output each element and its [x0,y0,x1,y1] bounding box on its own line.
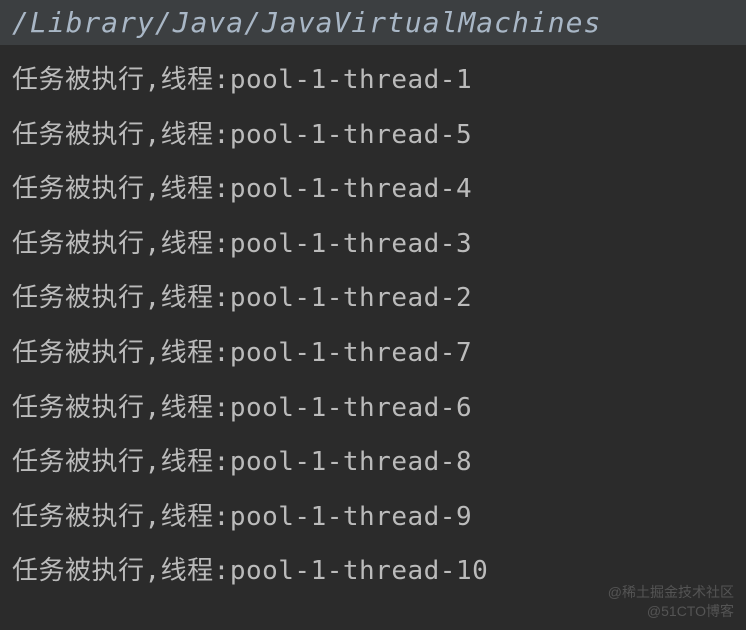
log-prefix: 任务被执行,线程: [12,447,230,477]
log-thread: pool-1-thread-6 [230,393,472,423]
log-line: 任务被执行,线程:pool-1-thread-9 [12,490,734,545]
log-line: 任务被执行,线程:pool-1-thread-1 [12,53,734,108]
header-path: /Library/Java/JavaVirtualMachines [0,0,746,45]
watermark: @稀土掘金技术社区 @51CTO博客 [608,583,734,622]
watermark-line1: @稀土掘金技术社区 [608,583,734,603]
log-line: 任务被执行,线程:pool-1-thread-2 [12,271,734,326]
log-thread: pool-1-thread-4 [230,174,472,204]
watermark-line2: @51CTO博客 [608,602,734,622]
log-line: 任务被执行,线程:pool-1-thread-8 [12,435,734,490]
log-thread: pool-1-thread-10 [230,556,488,586]
log-thread: pool-1-thread-7 [230,338,472,368]
log-prefix: 任务被执行,线程: [12,393,230,423]
log-line: 任务被执行,线程:pool-1-thread-3 [12,217,734,272]
log-thread: pool-1-thread-5 [230,120,472,150]
log-prefix: 任务被执行,线程: [12,502,230,532]
log-prefix: 任务被执行,线程: [12,65,230,95]
log-prefix: 任务被执行,线程: [12,174,230,204]
log-prefix: 任务被执行,线程: [12,229,230,259]
log-thread: pool-1-thread-2 [230,283,472,313]
log-thread: pool-1-thread-8 [230,447,472,477]
log-thread: pool-1-thread-3 [230,229,472,259]
log-thread: pool-1-thread-1 [230,65,472,95]
log-line: 任务被执行,线程:pool-1-thread-5 [12,108,734,163]
console-output: 任务被执行,线程:pool-1-thread-1 任务被执行,线程:pool-1… [0,45,746,607]
log-line: 任务被执行,线程:pool-1-thread-6 [12,381,734,436]
log-line: 任务被执行,线程:pool-1-thread-4 [12,162,734,217]
log-thread: pool-1-thread-9 [230,502,472,532]
log-prefix: 任务被执行,线程: [12,283,230,313]
log-prefix: 任务被执行,线程: [12,556,230,586]
log-line: 任务被执行,线程:pool-1-thread-7 [12,326,734,381]
log-prefix: 任务被执行,线程: [12,338,230,368]
log-prefix: 任务被执行,线程: [12,120,230,150]
